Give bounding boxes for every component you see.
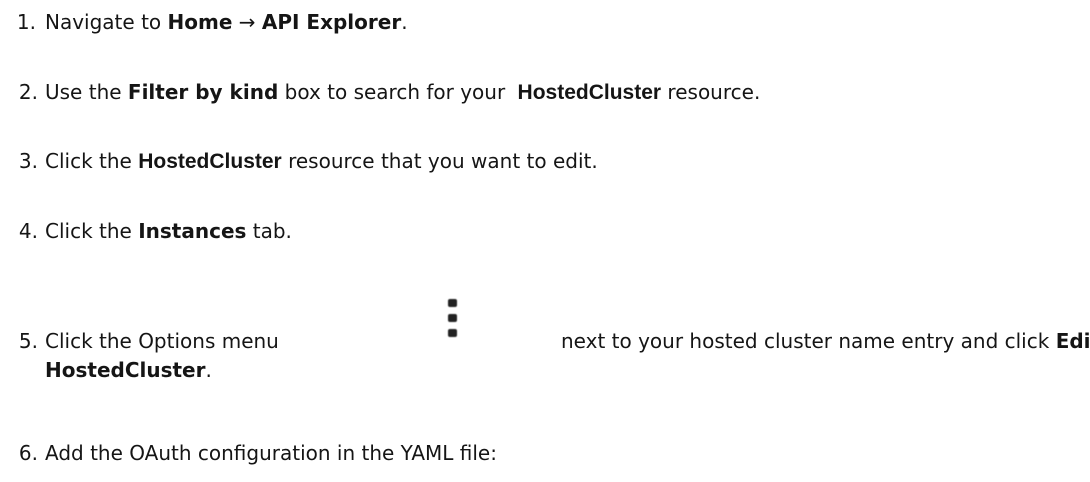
step-number: 5. bbox=[18, 329, 38, 353]
step-number: 6. bbox=[18, 441, 38, 465]
step-text: Navigate to Home → API Explorer. bbox=[45, 10, 408, 34]
step-number: 2. bbox=[18, 80, 38, 104]
step-number: 3. bbox=[18, 149, 38, 173]
step-text: Use the Filter by kind box to search for… bbox=[45, 80, 761, 104]
step-text: Click the Instances tab. bbox=[45, 219, 292, 243]
procedure-steps: 1. Navigate to Home → API Explorer. 2. U… bbox=[0, 0, 1090, 482]
instances-tab-label: Instances bbox=[138, 219, 247, 243]
step-number: 4. bbox=[18, 219, 38, 243]
hostedcluster-term: HostedCluster bbox=[517, 81, 662, 104]
step-text: Click the Options menu bbox=[45, 329, 279, 353]
step-text-continued: next to your hosted cluster name entry a… bbox=[561, 326, 1090, 356]
step-number: 1. bbox=[16, 10, 36, 34]
hostedcluster-term: HostedCluster bbox=[138, 150, 282, 173]
step-text: Click the HostedCluster resource that yo… bbox=[45, 149, 598, 173]
step-text: HostedCluster. bbox=[45, 358, 212, 382]
menu-api-explorer: API Explorer bbox=[261, 10, 402, 34]
edit-action-label: Edit bbox=[1055, 329, 1090, 353]
hostedcluster-action-label: HostedCluster bbox=[45, 358, 206, 382]
kebab-menu-icon bbox=[447, 294, 459, 342]
menu-home: Home bbox=[167, 10, 233, 34]
filter-by-kind-label: Filter by kind bbox=[127, 80, 279, 104]
step-text: Add the OAuth configuration in the YAML … bbox=[45, 441, 497, 465]
